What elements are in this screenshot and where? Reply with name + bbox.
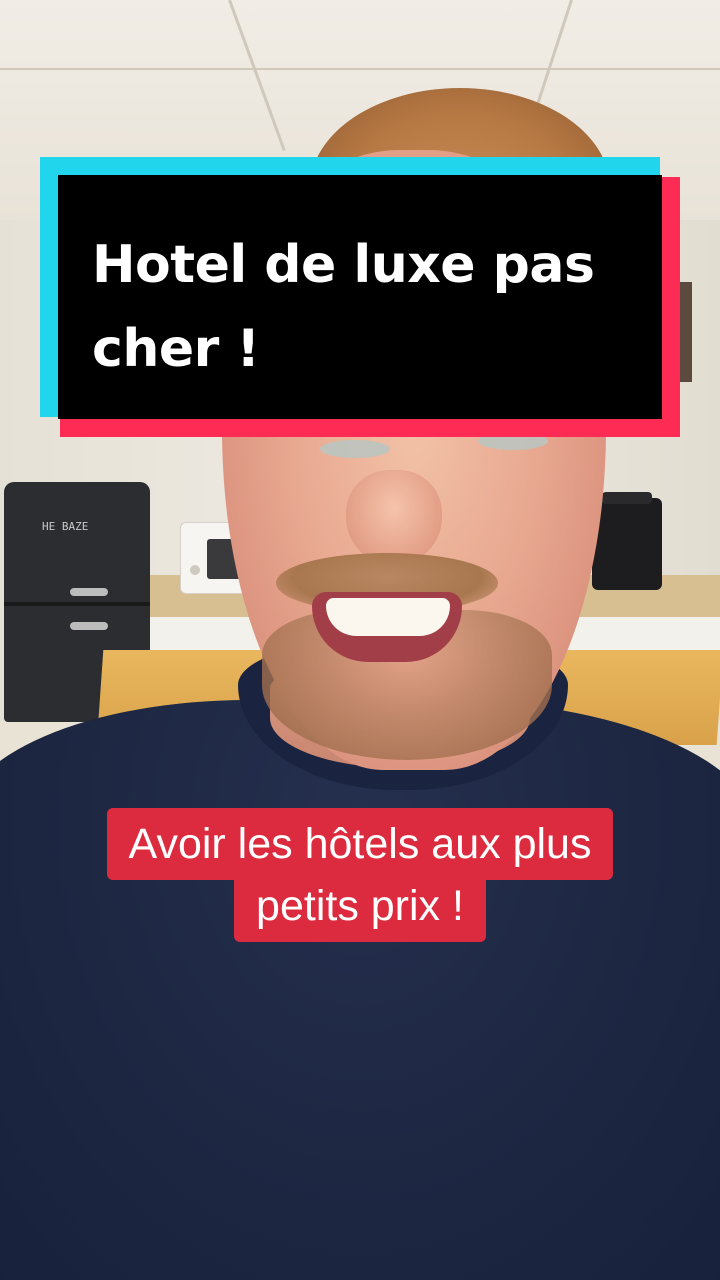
- ceiling-seam: [228, 0, 286, 151]
- coffee-machine-top: [602, 492, 652, 504]
- ceiling-seam: [0, 68, 720, 70]
- fridge-handle: [70, 622, 108, 630]
- coffee-machine: [592, 492, 662, 590]
- video-title: Hotel de luxe pas cher !: [92, 235, 595, 379]
- fridge-handle: [70, 588, 108, 596]
- title-card: Hotel de luxe pas cher !: [40, 157, 680, 437]
- left-eye: [320, 440, 390, 458]
- caption-line-2: petits prix !: [234, 870, 486, 942]
- title-box: Hotel de luxe pas cher !: [58, 175, 662, 419]
- teeth: [326, 598, 450, 636]
- wall-picture: [678, 282, 692, 382]
- fridge-logo: HE BAZE: [42, 520, 89, 533]
- caption: Avoir les hôtels aux plus petits prix !: [0, 808, 720, 942]
- nose: [346, 470, 442, 565]
- microwave-knob: [190, 565, 200, 575]
- fridge-door-split: [4, 602, 150, 606]
